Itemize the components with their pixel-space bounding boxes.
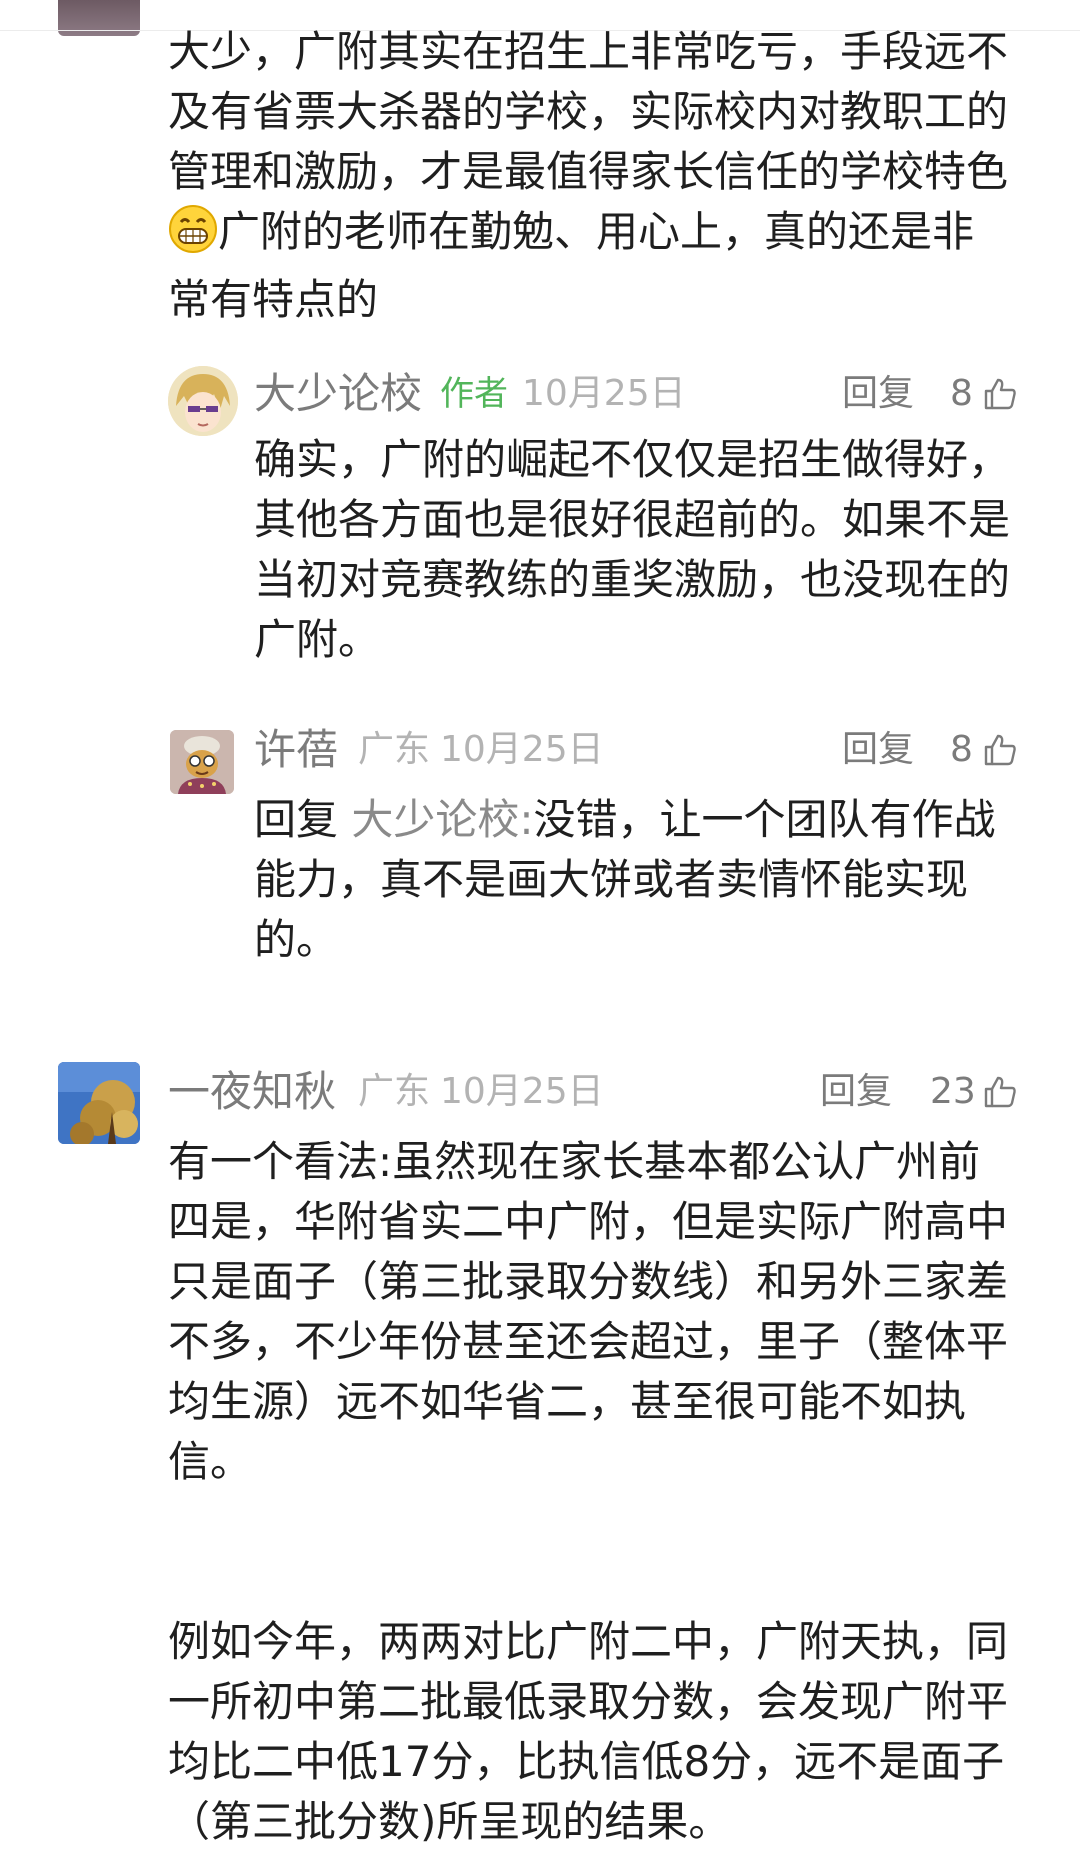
reply-button[interactable]: 回复 [820, 1062, 892, 1122]
grinning-face-emoji [168, 204, 218, 270]
cartoon-granny-avatar-icon [170, 730, 234, 794]
comment-item: 一夜知秋 广东 10月25日 回复 23 有一个看法:虽然现在家长基本都公认广州… [0, 1060, 1080, 1846]
comment-text-part1: 大少，广附其实在招生上非常吃亏，手段远不及有省票大杀器的学校，实际校内对教职工的… [168, 27, 1009, 196]
comment-text-part2: 广附的老师在勤勉、用心上，真的还是非常有特点的 [168, 207, 975, 324]
comment-location: 广东 [358, 1071, 431, 1112]
comment-meta: 一夜知秋 广东 10月25日 回复 23 [168, 1062, 1024, 1122]
author-tag: 作者 [440, 374, 508, 414]
comment-location: 广东 [358, 729, 431, 770]
author-name[interactable]: 一夜知秋 [168, 1062, 336, 1122]
reply-prefix: 回复 [254, 795, 339, 844]
author-name[interactable]: 大少论校 [254, 364, 422, 424]
reply-body: 确实，广附的崛起不仅仅是招生做得好，其他各方面也是很好很超前的。如果不是当初对竞… [254, 435, 1011, 664]
mention-link[interactable]: 大少论校: [351, 795, 533, 844]
comment-date: 10月25日 [440, 729, 604, 770]
reply-meta: 许蓓 广东 10月25日 回复 8 [254, 720, 1024, 780]
like-count: 8 [950, 729, 973, 770]
author-name[interactable]: 许蓓 [254, 720, 338, 780]
thumbs-up-icon[interactable] [982, 1074, 1018, 1110]
comment-first: 大少，广附其实在招生上非常吃亏，手段远不及有省票大杀器的学校，实际校内对教职工的… [0, 0, 1080, 330]
comment-paragraph: 有一个看法:虽然现在家长基本都公认广州前四是，华附省实二中广附，但是实际广附高中… [168, 1137, 1009, 1486]
thumbs-up-icon[interactable] [982, 376, 1018, 412]
avatar[interactable] [58, 1062, 140, 1144]
reply-button[interactable]: 回复 [842, 364, 914, 424]
reply-item: 大少论校 作者 10月25日 回复 8 确实，广附的崛起不仅仅是招生做得好，其他… [0, 360, 1080, 680]
like-count: 8 [950, 373, 973, 414]
avatar[interactable] [168, 366, 238, 436]
reply-meta: 大少论校 作者 10月25日 回复 8 [254, 364, 1024, 424]
reply-item: 许蓓 广东 10月25日 回复 8 回复 大少论校:没错，让一个团队有作战能力，… [0, 718, 1080, 978]
avatar[interactable] [170, 730, 234, 794]
comment-date: 10月25日 [440, 1071, 604, 1112]
autumn-tree-avatar-icon [58, 1062, 140, 1144]
reply-body: 回复 大少论校:没错，让一个团队有作战能力，真不是画大饼或者卖情怀能实现的。 [254, 790, 1014, 970]
thumbs-up-icon[interactable] [982, 732, 1018, 768]
anime-character-avatar-icon [168, 366, 238, 436]
reply-button[interactable]: 回复 [842, 720, 914, 780]
comment-body: 大少，广附其实在招生上非常吃亏，手段远不及有省票大杀器的学校，实际校内对教职工的… [168, 22, 1014, 330]
like-count: 23 [930, 1071, 976, 1112]
comment-paragraph: 例如今年，两两对比广附二中，广附天执，同一所初中第二批最低录取分数，会发现广附平… [168, 1617, 1009, 1846]
comment-date: 10月25日 [522, 373, 686, 414]
